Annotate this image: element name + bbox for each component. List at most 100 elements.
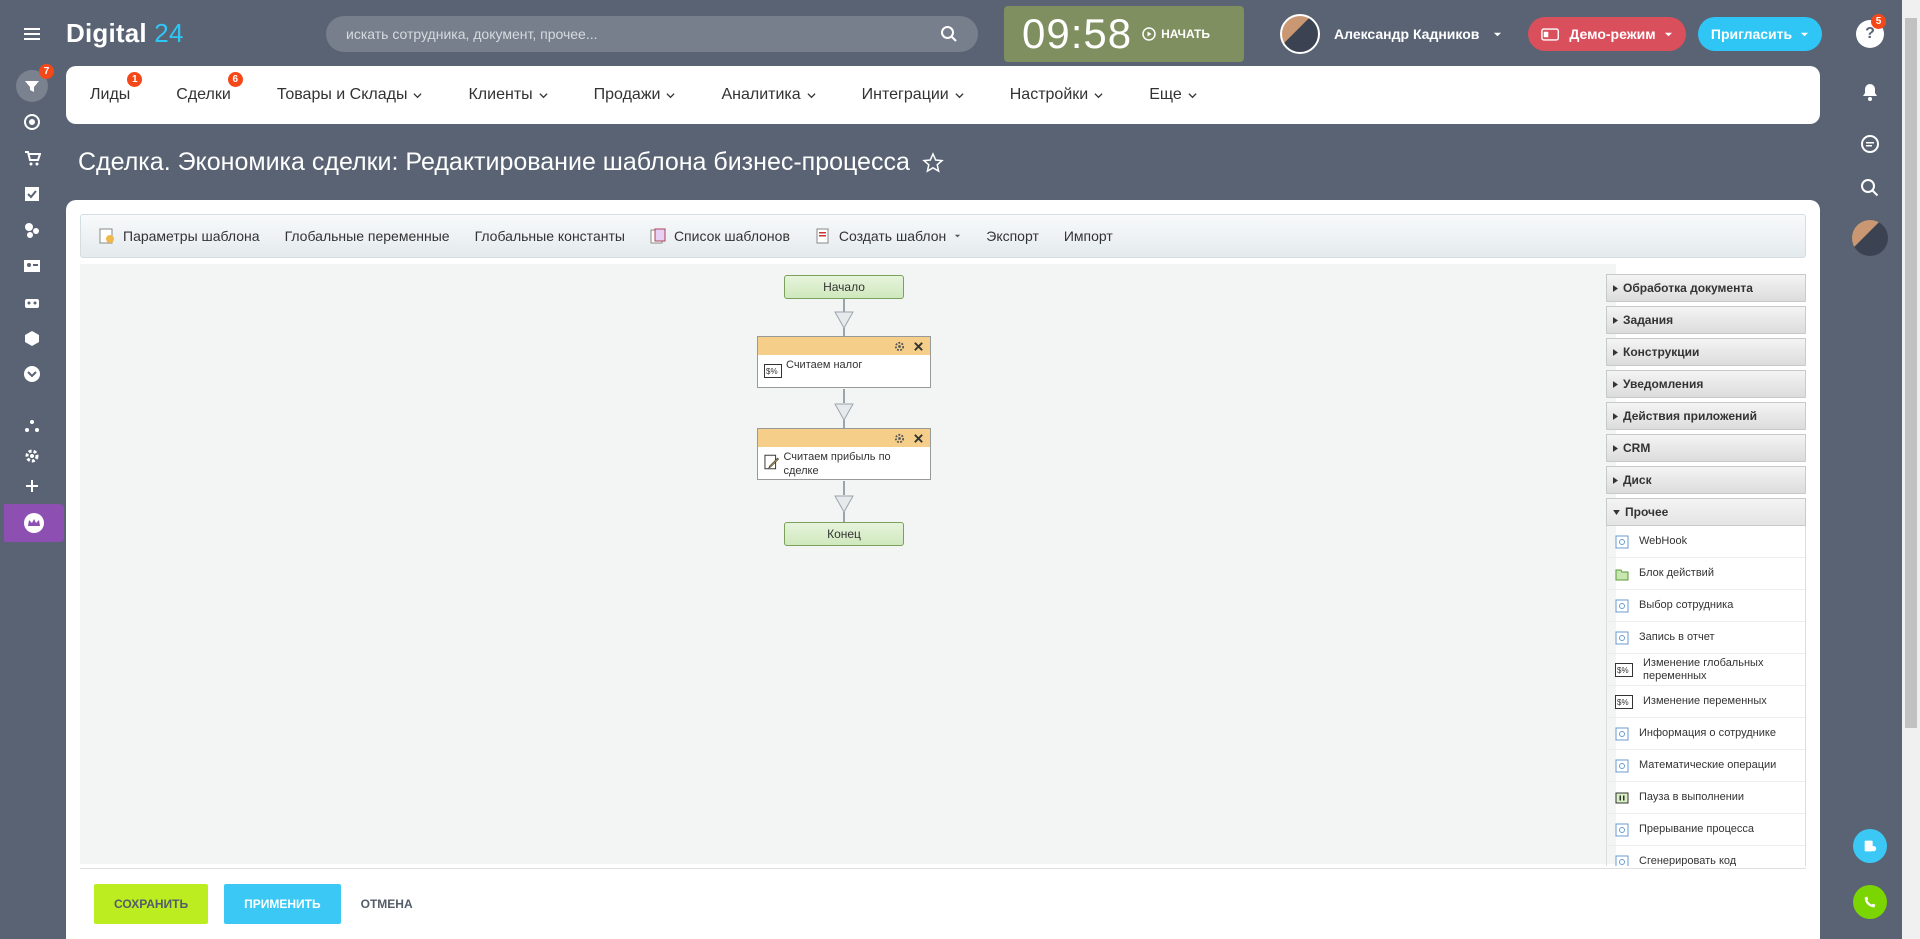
category-tasks[interactable]: Задания: [1606, 306, 1806, 334]
work-day-widget[interactable]: 09:58 НАЧАТЬ: [1004, 6, 1244, 62]
category-disk[interactable]: Диск: [1606, 466, 1806, 494]
drop-arrow-icon[interactable]: [834, 403, 854, 421]
menu-item-analytics[interactable]: Аналитика: [721, 86, 816, 104]
menu-item-settings[interactable]: Настройки: [1010, 86, 1103, 104]
activity-item-global-var-change[interactable]: $% Изменение глобальных переменных: [1607, 654, 1805, 686]
menu-item-clients[interactable]: Клиенты: [468, 86, 548, 104]
menu-item-label: Сделки: [176, 86, 231, 103]
menu-item-sales[interactable]: Продажи: [594, 86, 676, 104]
gear-icon[interactable]: [894, 433, 905, 444]
menu-item-deals[interactable]: Сделки 6: [176, 72, 243, 104]
activity-item-pause[interactable]: Пауза в выполнении: [1607, 782, 1805, 814]
chevron-more-icon[interactable]: [16, 358, 48, 390]
search-icon[interactable]: [940, 25, 958, 43]
structure-icon[interactable]: [16, 410, 48, 442]
hamburger-menu-icon[interactable]: [16, 18, 48, 50]
activities-panel: Обработка документа Задания Конструкции …: [1606, 274, 1806, 866]
sites-icon[interactable]: [16, 214, 48, 246]
telephony-widget-icon[interactable]: [1852, 828, 1888, 864]
activity-item-select-employee[interactable]: Выбор сотрудника: [1607, 590, 1805, 622]
designer-canvas[interactable]: Начало $% Считаем налог Считаем прибыль …: [80, 264, 1616, 864]
save-button[interactable]: СОХРАНИТЬ: [94, 884, 209, 924]
logo-text: Digital: [66, 18, 147, 48]
search-input[interactable]: [346, 26, 940, 42]
drop-arrow-icon[interactable]: [834, 495, 854, 513]
cancel-button[interactable]: ОТМЕНА: [357, 884, 417, 924]
menu-item-more[interactable]: Еще: [1149, 86, 1197, 104]
activity-block[interactable]: $% Считаем налог: [757, 336, 931, 388]
notifications-bell-icon[interactable]: [1852, 74, 1888, 110]
menu-item-products[interactable]: Товары и Склады: [277, 86, 423, 104]
svg-text:$%: $%: [766, 367, 778, 376]
drop-arrow-icon[interactable]: [834, 311, 854, 329]
variable-icon: $%: [1615, 662, 1633, 677]
logo[interactable]: Digital 24: [66, 18, 184, 49]
template-list-button[interactable]: Список шаблонов: [650, 228, 790, 244]
activity-item-terminate[interactable]: Прерывание процесса: [1607, 814, 1805, 846]
box-icon[interactable]: [16, 322, 48, 354]
menu-item-integrations[interactable]: Интеграции: [862, 86, 964, 104]
activity-block[interactable]: Считаем прибыль по сделке: [757, 428, 931, 480]
end-node[interactable]: Конец: [784, 522, 904, 546]
target-icon[interactable]: [16, 106, 48, 138]
menu-item-leads[interactable]: Лиды 1: [90, 72, 143, 104]
scroll-thumb[interactable]: [1905, 18, 1917, 728]
crown-icon[interactable]: [4, 504, 64, 542]
search-icon[interactable]: [1852, 170, 1888, 206]
category-other[interactable]: Прочее: [1606, 498, 1806, 526]
category-document-processing[interactable]: Обработка документа: [1606, 274, 1806, 302]
phone-call-icon[interactable]: [1852, 884, 1888, 920]
category-crm[interactable]: CRM: [1606, 434, 1806, 462]
activity-item-employee-info[interactable]: Информация о сотруднике: [1607, 718, 1805, 750]
contact-card-icon[interactable]: [16, 250, 48, 282]
create-template-button[interactable]: Создать шаблон: [815, 228, 961, 244]
activity-item-generate-code[interactable]: Сгенерировать код: [1607, 846, 1805, 866]
import-button[interactable]: Импорт: [1064, 228, 1113, 244]
add-plus-icon[interactable]: [16, 470, 48, 502]
category-constructions[interactable]: Конструкции: [1606, 338, 1806, 366]
settings-gear-icon[interactable]: [16, 440, 48, 472]
gear-icon[interactable]: [894, 341, 905, 352]
close-icon[interactable]: [913, 341, 924, 352]
category-notifications[interactable]: Уведомления: [1606, 370, 1806, 398]
activity-item-label: Математические операции: [1639, 759, 1777, 771]
search-bar: [326, 16, 978, 52]
template-params-button[interactable]: Параметры шаблона: [99, 228, 260, 244]
demo-mode-button[interactable]: Демо-режим: [1528, 17, 1686, 51]
export-button[interactable]: Экспорт: [986, 228, 1039, 244]
page-scrollbar[interactable]: [1902, 0, 1920, 939]
menu-badge: 6: [227, 72, 243, 87]
global-constants-button[interactable]: Глобальные константы: [475, 228, 625, 244]
activity-item-webhook[interactable]: WebHook: [1607, 526, 1805, 558]
start-day-button[interactable]: НАЧАТЬ: [1142, 27, 1210, 41]
activity-icon: [1615, 599, 1629, 612]
category-label: Действия приложений: [1623, 409, 1758, 423]
global-variables-button[interactable]: Глобальные переменные: [285, 228, 450, 244]
category-app-actions[interactable]: Действия приложений: [1606, 402, 1806, 430]
cart-icon[interactable]: [16, 142, 48, 174]
start-node[interactable]: Начало: [784, 275, 904, 299]
activity-item-action-block[interactable]: Блок действий: [1607, 558, 1805, 590]
tasks-icon[interactable]: [16, 178, 48, 210]
activity-item-report-entry[interactable]: Запись в отчет: [1607, 622, 1805, 654]
variable-icon: $%: [764, 364, 782, 378]
menu-badge: 1: [127, 72, 143, 87]
chat-icon[interactable]: [1852, 126, 1888, 162]
toolbar-label: Параметры шаблона: [123, 228, 260, 244]
activity-item-var-change[interactable]: $% Изменение переменных: [1607, 686, 1805, 718]
close-icon[interactable]: [913, 433, 924, 444]
recent-contact-avatar[interactable]: [1852, 220, 1888, 256]
activity-item-math-operations[interactable]: Математические операции: [1607, 750, 1805, 782]
invite-button[interactable]: Пригласить: [1698, 17, 1822, 51]
activity-body: Считаем прибыль по сделке: [758, 447, 930, 481]
activity-title: Считаем прибыль по сделке: [783, 451, 891, 477]
triangle-right-icon: [1613, 348, 1618, 356]
robot-icon[interactable]: [16, 286, 48, 318]
help-button[interactable]: ? 5: [1852, 14, 1888, 52]
category-label: Обработка документа: [1623, 281, 1753, 295]
apply-button[interactable]: ПРИМЕНИТЬ: [224, 884, 341, 924]
user-menu[interactable]: Александр Кадников: [1280, 12, 1502, 56]
star-icon[interactable]: [922, 151, 944, 174]
activity-item-label: Сгенерировать код: [1639, 855, 1737, 866]
filter-icon[interactable]: 7: [16, 64, 54, 102]
